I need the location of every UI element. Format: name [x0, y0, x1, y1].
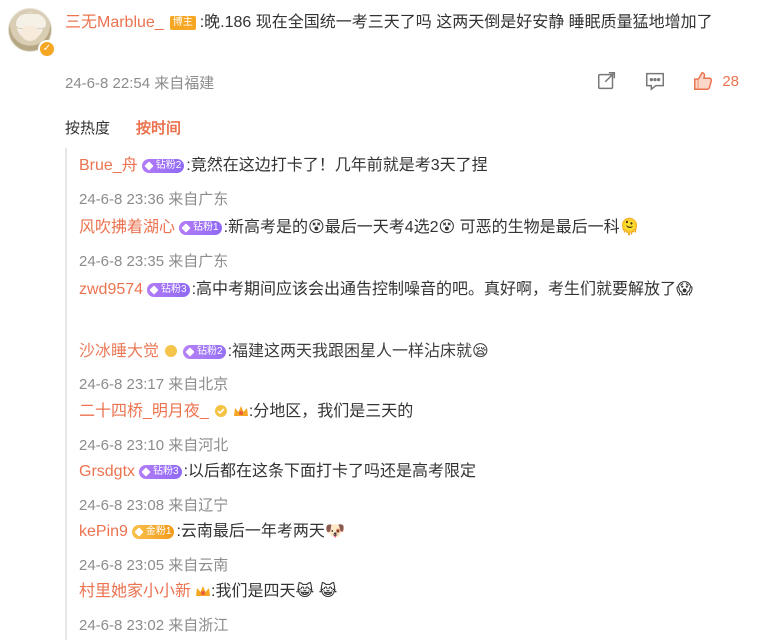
cat-face-emoji: 😹	[295, 583, 315, 600]
dizzy-face-emoji: 😵	[308, 219, 325, 236]
tab-sort-hot[interactable]: 按热度	[65, 117, 110, 138]
reply-text: 最后一天考4选2	[324, 219, 439, 236]
comment-icon[interactable]	[644, 70, 666, 92]
dizzy-face-emoji: 😵	[438, 219, 456, 236]
reply-item: zwd9574 钻粉3:高中考期间应该会出通告控制噪音的吧。真好啊，考生们就要解放…	[79, 276, 739, 304]
reply-author[interactable]: Grsdgtx	[79, 463, 135, 480]
reply-text: :高中考期间应该会出通告控制噪音的吧。真好啊，考生们就要解放了	[191, 281, 677, 298]
main-post: 三无Marblue_ 博主:晚.186 现在全国统一考三天了吗 这两天倒是好安静 …	[65, 9, 745, 37]
reply-text: :分地区，我们是三天的	[248, 403, 414, 420]
reply-text: :新高考是的	[223, 219, 309, 236]
reply-author[interactable]: 村里她家小小新	[79, 583, 191, 600]
reply-text: :云南最后一年考两天	[176, 523, 325, 540]
fan-badge: 钻粉3	[139, 465, 182, 479]
screaming-face-emoji: 😱	[676, 281, 693, 298]
reply-text: :我们是四天	[211, 583, 296, 600]
reply-meta: 24-6-8 23:35 来自广东	[79, 253, 229, 270]
verified-icon: ✓	[38, 40, 56, 58]
reply-item: 风吹拂着湖心 钻粉1:新高考是的😵最后一天考4选2😵 可恶的生物是最后一科🫠	[79, 214, 739, 242]
author-name[interactable]: 三无Marblue_	[65, 14, 164, 31]
reply-author[interactable]: zwd9574	[79, 281, 143, 298]
post-actions: 28	[596, 70, 739, 92]
fan-badge: 钻粉3	[147, 283, 190, 297]
reply-text: :竟然在这边打卡了！几年前就是考3天了捏	[186, 157, 488, 174]
like-icon	[694, 72, 713, 90]
reply-author[interactable]: 二十四桥_明月夜_	[79, 403, 209, 420]
reply-item: 村里她家小小新:我们是四天😹 😹	[79, 578, 739, 606]
crown-icon	[233, 400, 249, 416]
fan-badge: 金粉1	[131, 525, 175, 539]
reply-author[interactable]: 沙冰睡大觉	[79, 343, 159, 360]
dog-face-emoji: 🐶	[324, 523, 345, 540]
fan-badge: 钻粉2	[183, 345, 226, 359]
reply-text: 可恶的生物是最后一科	[455, 219, 620, 236]
reply-item: Brue_舟 钻粉2:竟然在这边打卡了！几年前就是考3天了捏	[79, 152, 739, 180]
reply-item: 二十四桥_明月夜_ :分地区，我们是三天的	[79, 398, 739, 426]
melting-face-emoji: 🫠	[619, 219, 640, 236]
reply-meta: 24-6-8 23:36 来自广东	[79, 191, 229, 208]
fan-badge: 钻粉2	[141, 159, 185, 173]
crown-icon	[163, 340, 179, 357]
reply-text: :以后都在这条下面打卡了吗还是高考限定	[183, 463, 477, 480]
tab-sort-time[interactable]: 按时间	[136, 117, 181, 138]
reply-item: 沙冰睡大觉 钻粉2:福建这两天我跟困星人一样沾床就😪	[79, 338, 739, 366]
sleepy-face-emoji: 😪	[472, 343, 489, 360]
cat-face-emoji: 😹	[318, 583, 338, 600]
fan-badge: 钻粉1	[179, 221, 222, 235]
reply-meta: 24-6-8 23:02 来自浙江	[79, 617, 229, 634]
reply-author[interactable]: Brue_舟	[79, 157, 138, 174]
reply-item: kePin9 金粉1:云南最后一年考两天🐶	[79, 518, 739, 546]
reply-meta: 24-6-8 23:10 来自河北	[79, 437, 229, 454]
crown-icon	[195, 580, 211, 596]
like-button[interactable]: 28	[692, 70, 739, 92]
reply-meta: 24-6-8 23:05 来自云南	[79, 557, 229, 574]
post-meta: 24-6-8 22:54 来自福建	[65, 75, 215, 92]
reply-meta: 24-6-8 23:08 来自辽宁	[79, 497, 229, 514]
avatar-face	[21, 25, 39, 41]
share-icon[interactable]	[596, 70, 618, 92]
reply-item: Grsdgtx 钻粉3:以后都在这条下面打卡了吗还是高考限定	[79, 458, 739, 486]
main-post-text: :晚.186 现在全国统一考三天了吗 这两天倒是好安静 睡眠质量猛地增加了	[199, 14, 713, 31]
blogger-badge: 博主	[169, 16, 196, 30]
like-count: 28	[722, 72, 739, 90]
reply-list: Brue_舟 钻粉2:竟然在这边打卡了！几年前就是考3天了捏 24-6-8 23:…	[65, 148, 737, 640]
reply-text: :福建这两天我跟困星人一样沾床就	[227, 343, 473, 360]
reply-author[interactable]: kePin9	[79, 523, 128, 540]
reply-meta: 24-6-8 23:17 来自北京	[79, 376, 229, 393]
sort-bar: 按热度 按时间	[65, 117, 181, 138]
reply-author[interactable]: 风吹拂着湖心	[79, 219, 175, 236]
verified-gold-icon	[213, 400, 229, 417]
